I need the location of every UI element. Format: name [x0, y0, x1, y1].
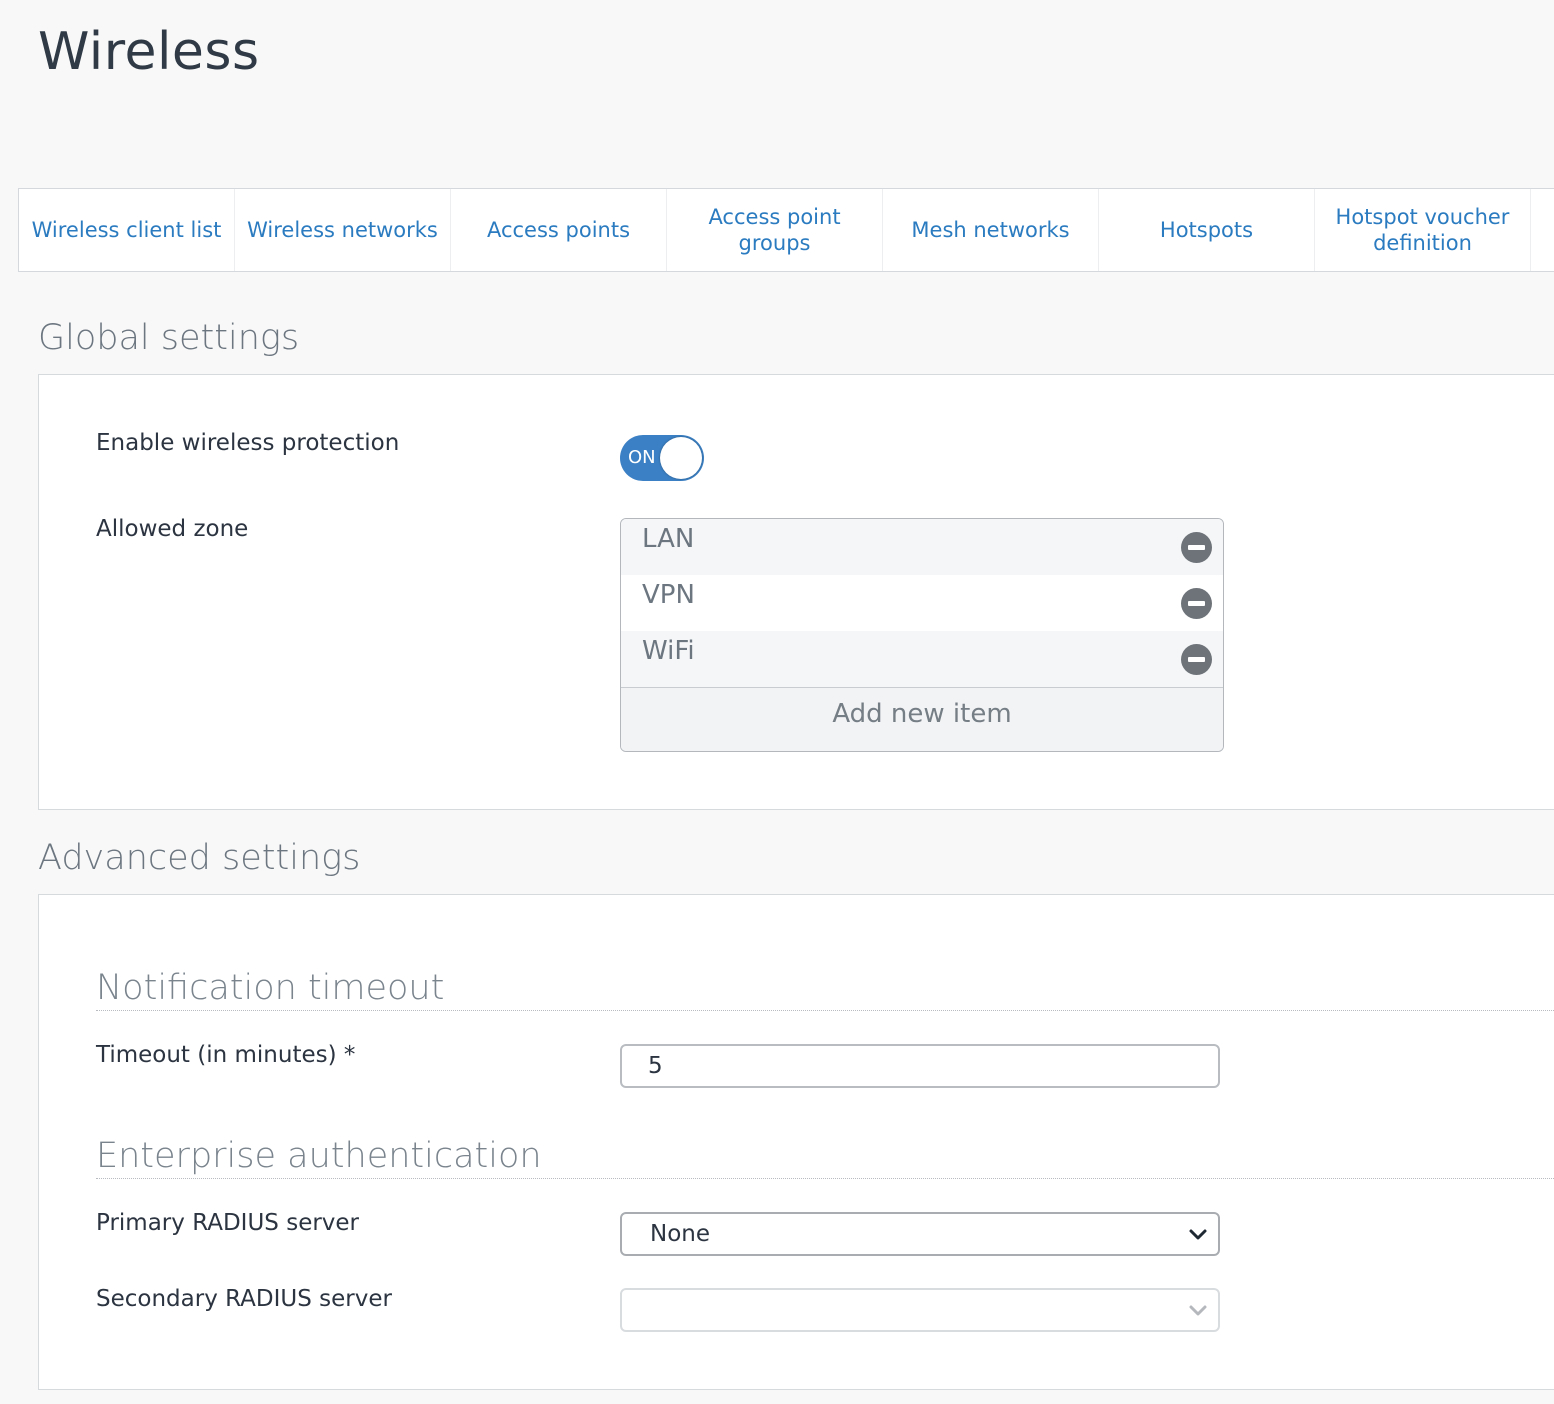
tab-bar: Wireless client list Wireless networks A…	[18, 188, 1554, 272]
remove-icon[interactable]	[1181, 588, 1212, 619]
zone-name: VPN	[642, 580, 695, 610]
remove-icon[interactable]	[1181, 532, 1212, 563]
advanced-settings-title: Advanced settings	[38, 838, 361, 878]
zone-name: WiFi	[642, 636, 695, 666]
primary-radius-server-value: None	[650, 1221, 711, 1247]
allowed-zone-label: Allowed zone	[96, 516, 249, 542]
enable-wireless-protection-label: Enable wireless protection	[96, 430, 400, 456]
list-item: VPN	[621, 575, 1223, 631]
chevron-down-icon	[1189, 1305, 1207, 1316]
tab-hotspot-voucher-definition[interactable]: Hotspot voucher definition	[1315, 189, 1531, 271]
list-item: LAN	[621, 519, 1223, 575]
secondary-radius-server-select[interactable]	[620, 1288, 1220, 1332]
remove-icon[interactable]	[1181, 644, 1212, 675]
notification-timeout-title: Notification timeout	[96, 968, 1554, 1011]
tab-access-points[interactable]: Access points	[451, 189, 667, 271]
chevron-down-icon	[1189, 1229, 1207, 1240]
tab-access-point-groups[interactable]: Access point groups	[667, 189, 883, 271]
timeout-label: Timeout (in minutes) *	[96, 1042, 356, 1068]
zone-name: LAN	[642, 524, 695, 554]
toggle-knob	[660, 437, 702, 479]
tab-wireless-networks[interactable]: Wireless networks	[235, 189, 451, 271]
enterprise-authentication-title: Enterprise authentication	[96, 1136, 1554, 1179]
list-item: WiFi	[621, 631, 1223, 687]
toggle-state-text: ON	[628, 447, 656, 468]
tab-hotspots[interactable]: Hotspots	[1099, 189, 1315, 271]
primary-radius-server-label: Primary RADIUS server	[96, 1210, 360, 1236]
global-settings-title: Global settings	[38, 318, 300, 358]
tab-wireless-client-list[interactable]: Wireless client list	[19, 189, 235, 271]
timeout-input[interactable]	[620, 1044, 1220, 1088]
primary-radius-server-select[interactable]: None	[620, 1212, 1220, 1256]
allowed-zone-list: LAN VPN WiFi Add new item	[620, 518, 1224, 752]
secondary-radius-server-label: Secondary RADIUS server	[96, 1286, 392, 1312]
wireless-protection-toggle[interactable]: ON	[620, 435, 704, 481]
page-title: Wireless	[38, 22, 260, 82]
tab-mesh-networks[interactable]: Mesh networks	[883, 189, 1099, 271]
add-new-item-button[interactable]: Add new item	[621, 687, 1223, 751]
